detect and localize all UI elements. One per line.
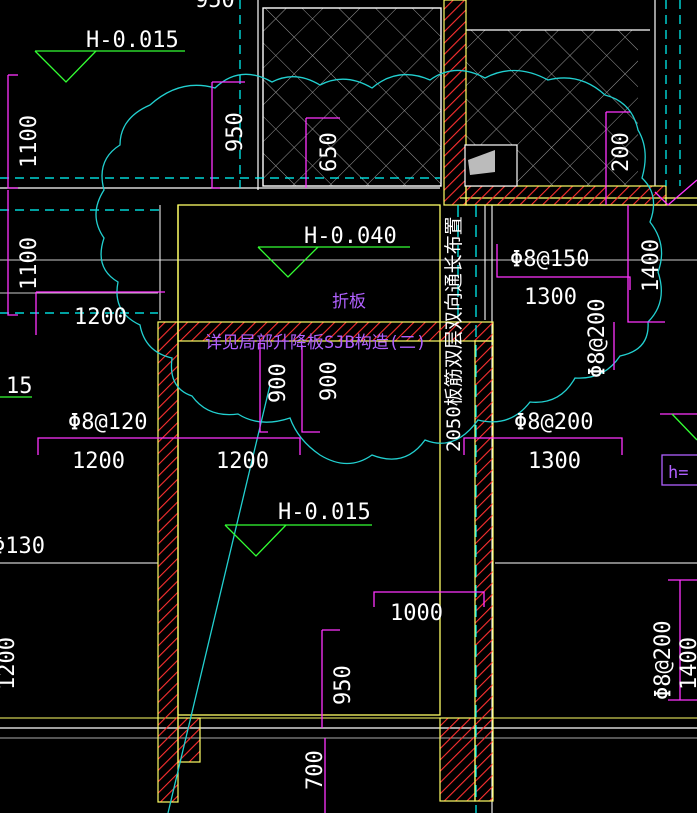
note-rebar-layout: 2050板筋双层双向通长布置 (443, 216, 465, 452)
rebar-right: Φ8@200 (514, 410, 593, 435)
dim-left-1200-cut: 1200 (0, 637, 20, 690)
dim-right-phi8-200: Φ8@200 (651, 621, 676, 700)
dim-left-1200: 1200 (74, 305, 127, 330)
level-center-text: H-0.040 (304, 224, 397, 249)
dim-v-950-bottom: 950 (331, 665, 356, 705)
level-mark-right-cut (671, 413, 697, 441)
dim-span-1200-a: 1200 (72, 449, 125, 474)
dim-v-900-a: 900 (266, 363, 291, 403)
level-mark-top (34, 50, 185, 83)
dim-v-950-top: 950 (223, 112, 248, 152)
note-fold-plate: 折板 (332, 292, 366, 312)
rebar-top-right: Φ8@150 (510, 247, 589, 272)
hatched-zone-left (262, 7, 442, 187)
dim-left-1100-a: 1100 (17, 115, 42, 168)
dim-left-1100-b: 1100 (17, 237, 42, 290)
note-reference: 详见局部升降板SJB构造(二) (205, 333, 426, 353)
rebar-left: Φ8@120 (68, 410, 147, 435)
dim-right-1400-cut: 1400 (677, 637, 697, 690)
dim-v-1400: 1400 (639, 239, 664, 292)
dim-v-650: 650 (317, 132, 342, 172)
dim-v-200: 200 (609, 132, 634, 172)
dim-span-1300-top: 1300 (524, 285, 577, 310)
level-mark-center (257, 246, 410, 278)
level-bottom-text: H-0.015 (278, 500, 371, 525)
dim-top-cut: 950 (195, 0, 235, 13)
note-right-box: h= (668, 463, 688, 483)
dim-v-phi8-200: Φ8@200 (585, 299, 610, 378)
dim-v-700: 700 (303, 750, 328, 790)
dim-v-900-b: 900 (317, 361, 342, 401)
level-mark-bottom (224, 524, 372, 557)
dim-span-1200-b: 1200 (216, 449, 269, 474)
dim-left-15: 15 (6, 374, 33, 399)
cad-drawing: H-0.015 H-0.040 H-0.015 950 1100 1100 95… (0, 0, 697, 813)
rebar-130: Φ130 (0, 534, 45, 559)
dim-span-1300: 1300 (528, 449, 581, 474)
dim-span-1000: 1000 (390, 601, 443, 626)
level-top-text: H-0.015 (86, 28, 179, 53)
